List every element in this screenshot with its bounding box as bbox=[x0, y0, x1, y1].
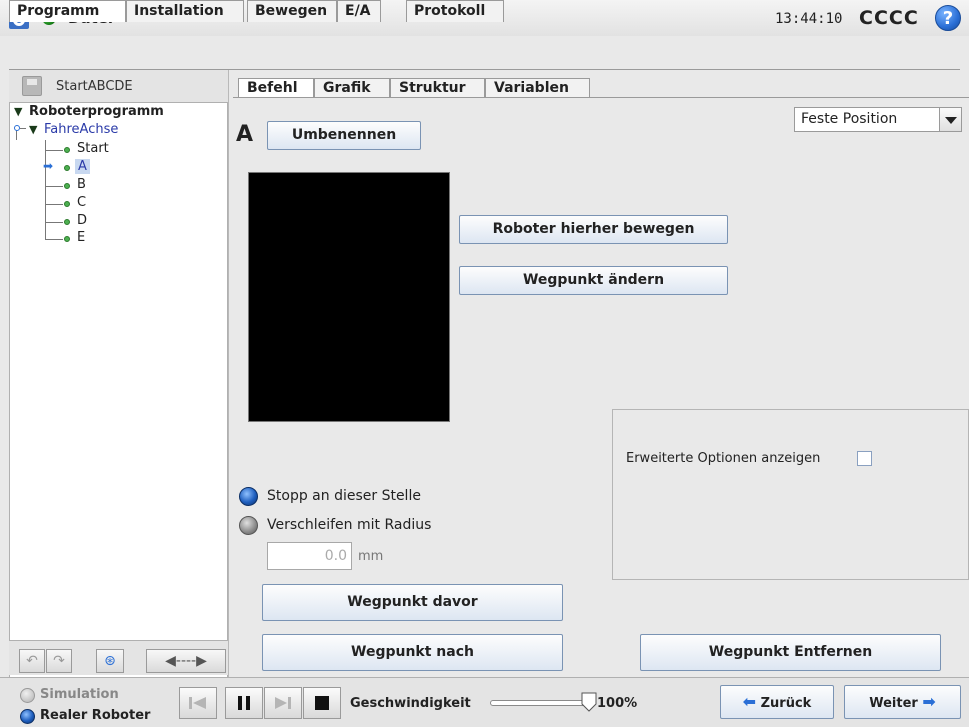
tab-log[interactable]: Protokoll bbox=[406, 0, 504, 22]
back-button-label: Zurück bbox=[760, 696, 812, 711]
tab-program[interactable]: Programm bbox=[9, 0, 126, 22]
simulation-radio-icon[interactable] bbox=[20, 688, 35, 703]
tree-waypoint-label: B bbox=[77, 177, 86, 192]
blend-radius-unit: mm bbox=[358, 549, 384, 564]
waypoint-node-icon bbox=[64, 165, 70, 171]
tree-line bbox=[45, 239, 63, 240]
current-line-arrow-icon: ➡ bbox=[43, 159, 54, 173]
step-button[interactable] bbox=[264, 687, 302, 719]
remove-waypoint-button[interactable]: Wegpunkt Entfernen bbox=[640, 634, 941, 671]
speed-slider-track[interactable] bbox=[490, 700, 590, 706]
speed-label: Geschwindigkeit bbox=[350, 696, 471, 711]
position-type-select[interactable]: Feste Position bbox=[794, 107, 962, 132]
real-robot-label: Realer Roboter bbox=[40, 708, 151, 723]
tree-root-label: Roboterprogramm bbox=[29, 104, 164, 119]
help-icon[interactable]: ? bbox=[935, 5, 961, 31]
simulation-label: Simulation bbox=[40, 687, 119, 702]
expand-triangle-icon[interactable]: ▼ bbox=[29, 123, 37, 136]
stop-here-radio[interactable] bbox=[239, 487, 258, 506]
waypoint-name: A bbox=[236, 122, 254, 147]
waypoint-preview bbox=[248, 172, 450, 422]
arrow-left-icon: ⬅ bbox=[742, 692, 757, 711]
expand-triangle-icon[interactable]: ▼ bbox=[14, 105, 22, 118]
rename-button[interactable]: Umbenennen bbox=[267, 121, 421, 150]
pause-icon bbox=[238, 696, 250, 710]
cut-node-icon[interactable]: ◀----▶ bbox=[146, 649, 226, 673]
chevron-down-icon[interactable] bbox=[939, 108, 961, 131]
tab-installation[interactable]: Installation bbox=[126, 0, 244, 22]
blend-radius-input[interactable]: 0.0 bbox=[267, 542, 352, 570]
tree-line bbox=[45, 204, 63, 205]
next-button[interactable]: Weiter ➡ bbox=[844, 685, 961, 719]
tab-variables[interactable]: Variablen bbox=[485, 78, 590, 98]
tab-graphics[interactable]: Grafik bbox=[314, 78, 390, 98]
program-name: StartABCDE bbox=[56, 79, 133, 94]
tree-waypoint-label: Start bbox=[77, 141, 109, 156]
tab-move[interactable]: Bewegen bbox=[247, 0, 337, 22]
waypoint-node-icon bbox=[64, 219, 70, 225]
advanced-options-checkbox[interactable] bbox=[857, 451, 872, 466]
stop-button[interactable] bbox=[303, 687, 341, 719]
waypoint-before-button[interactable]: Wegpunkt davor bbox=[262, 584, 563, 621]
program-tree-panel: StartABCDE ▼ Roboterprogramm ▼ FahreAchs… bbox=[9, 70, 229, 710]
advanced-options-label: Erweiterte Optionen anzeigen bbox=[626, 451, 821, 466]
waypoint-node-icon bbox=[64, 201, 70, 207]
blend-radius-radio[interactable] bbox=[239, 516, 258, 535]
change-waypoint-button[interactable]: Wegpunkt ändern bbox=[459, 266, 728, 295]
skip-back-button[interactable] bbox=[179, 687, 217, 719]
tree-waypoint-label: A bbox=[75, 159, 90, 174]
speed-value: 100% bbox=[597, 696, 638, 711]
blend-radius-label: Verschleifen mit Radius bbox=[267, 517, 432, 533]
program-tree[interactable]: ▼ Roboterprogramm ▼ FahreAchse Start ➡ A… bbox=[9, 102, 228, 710]
tree-waypoint-label: D bbox=[77, 213, 88, 228]
clock: 13:44:10 bbox=[775, 11, 843, 27]
advanced-options-box bbox=[612, 409, 969, 580]
tree-line bbox=[45, 150, 63, 151]
back-button[interactable]: ⬅ Zurück bbox=[720, 685, 834, 719]
program-header: StartABCDE bbox=[9, 70, 228, 102]
redo-icon[interactable]: ↷ bbox=[46, 649, 72, 673]
tab-structure[interactable]: Struktur bbox=[390, 78, 485, 98]
position-type-value: Feste Position bbox=[801, 111, 898, 127]
skip-back-icon bbox=[189, 697, 206, 709]
tree-toolbar: ↶ ↷ ⊛ ◀----▶ bbox=[9, 640, 228, 675]
tree-line bbox=[20, 128, 26, 129]
waypoint-node-icon bbox=[64, 183, 70, 189]
tree-line bbox=[45, 140, 46, 239]
step-forward-icon bbox=[275, 697, 291, 709]
tree-line bbox=[45, 222, 63, 223]
speed-slider-handle[interactable] bbox=[581, 692, 597, 712]
arrow-right-icon: ➡ bbox=[922, 692, 936, 711]
tree-line bbox=[45, 186, 63, 187]
waypoint-node-icon bbox=[64, 147, 70, 153]
next-button-label: Weiter bbox=[869, 696, 918, 711]
move-robot-here-button[interactable]: Roboter hierher bewegen bbox=[459, 215, 728, 244]
stop-here-label: Stopp an dieser Stelle bbox=[267, 488, 421, 504]
goto-icon[interactable]: ⊛ bbox=[96, 649, 124, 673]
tab-command[interactable]: Befehl bbox=[238, 78, 314, 98]
tab-io[interactable]: E/A bbox=[337, 0, 381, 22]
undo-icon[interactable]: ↶ bbox=[19, 649, 45, 673]
real-robot-radio-icon[interactable] bbox=[20, 709, 35, 724]
tree-move-label: FahreAchse bbox=[44, 122, 119, 137]
tree-waypoint-label: C bbox=[77, 195, 87, 210]
tree-waypoint-label: E bbox=[77, 230, 86, 245]
stop-icon bbox=[315, 696, 329, 710]
save-icon[interactable] bbox=[22, 76, 42, 96]
waypoint-node-icon bbox=[64, 236, 70, 242]
robot-name: CCCC bbox=[859, 7, 919, 29]
waypoint-after-button[interactable]: Wegpunkt nach bbox=[262, 634, 563, 671]
pause-button[interactable] bbox=[225, 687, 263, 719]
